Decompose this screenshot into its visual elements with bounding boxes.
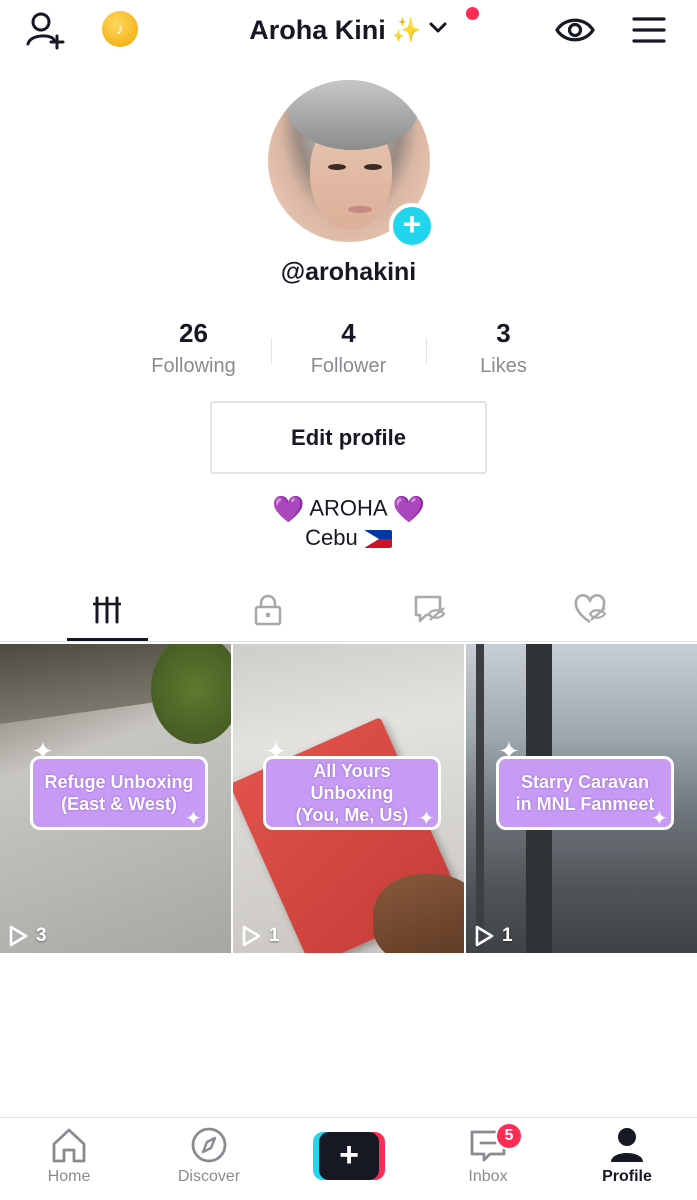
sparkle-icon: ✦: [651, 808, 668, 830]
avatar-hair: [288, 80, 418, 150]
sparkle-icon: ✦: [498, 736, 520, 766]
video-caption-sticker: Refuge Unboxing (East & West): [30, 756, 208, 830]
page-title: Aroha Kini: [249, 14, 386, 45]
video-thumbnail[interactable]: Refuge Unboxing (East & West) ✦ ✦ 3: [0, 644, 231, 953]
tab-tagged[interactable]: [380, 578, 480, 641]
hidden-heart-icon: [574, 593, 607, 623]
video-thumbnail[interactable]: All Yours Unboxing (You, Me, Us) ✦ ✦ 1: [233, 644, 464, 953]
purple-heart-icon: 💜: [272, 494, 305, 524]
nav-profile[interactable]: Profile: [577, 1126, 677, 1196]
tab-videos[interactable]: [57, 578, 157, 641]
stat-label: Following: [151, 355, 236, 377]
nav-label: Inbox: [468, 1168, 508, 1185]
nav-inbox[interactable]: 5 Inbox: [438, 1122, 538, 1196]
play-icon: [242, 925, 261, 947]
stat-value: 3: [496, 318, 511, 348]
bio-text: AROHA: [309, 495, 387, 521]
bio-location: Cebu: [305, 525, 358, 550]
caption-line: Refuge Unboxing: [44, 772, 194, 792]
bio-line-2: Cebu: [0, 525, 697, 551]
home-icon: [52, 1128, 86, 1163]
nav-label: Discover: [177, 1168, 241, 1185]
caption-line: (You, Me, Us): [295, 805, 409, 825]
nav-label: Profile: [602, 1168, 652, 1185]
stat-following[interactable]: 26 Following: [116, 318, 271, 378]
stat-value: 26: [179, 318, 208, 348]
menu-icon[interactable]: [629, 10, 669, 50]
profile-stats: 26 Following 4 Follower 3 Likes: [116, 318, 582, 388]
bottom-nav: Home Discover + 5 Inbox Profile: [0, 1117, 697, 1200]
stat-likes[interactable]: 3 Likes: [426, 318, 581, 378]
active-tab-indicator: [67, 638, 148, 641]
play-count: 1: [241, 925, 280, 947]
profile-icon: [611, 1128, 643, 1162]
tab-liked[interactable]: [541, 578, 641, 641]
plus-icon: +: [319, 1132, 379, 1180]
purple-heart-icon: 💜: [392, 494, 425, 524]
play-icon: [9, 925, 28, 947]
caption-line: All Yours Unboxing: [310, 761, 394, 803]
title-emoji: ✨: [391, 16, 422, 44]
edit-profile-button[interactable]: Edit profile: [210, 401, 487, 474]
username: @arohakini: [280, 258, 417, 286]
avatar-eye: [364, 164, 382, 170]
play-count: 1: [474, 925, 513, 947]
caption-line: Starry Caravan: [520, 772, 650, 792]
video-thumbnail[interactable]: Starry Caravan in MNL Fanmeet ✦ ✦ 1: [466, 644, 697, 953]
play-count-value: 1: [502, 925, 513, 946]
caption-line: in MNL Fanmeet: [515, 794, 655, 814]
caption-line: (East & West): [61, 794, 177, 814]
video-caption-sticker: Starry Caravan in MNL Fanmeet: [496, 756, 674, 830]
create-video-button[interactable]: +: [313, 1132, 385, 1180]
stat-value: 4: [341, 318, 356, 348]
nav-label: Home: [47, 1168, 91, 1185]
philippines-flag-icon: [363, 530, 392, 549]
hidden-tag-icon: [414, 595, 446, 622]
sparkle-icon: ✦: [418, 808, 435, 830]
thumbnail-background: [151, 644, 231, 744]
sparkle-icon: ✦: [185, 808, 202, 830]
add-photo-plus-icon[interactable]: +: [389, 203, 435, 249]
videos-grid-icon: [93, 596, 121, 623]
stat-follower[interactable]: 4 Follower: [271, 318, 426, 378]
top-bar: ♪ Aroha Kini ✨: [0, 0, 697, 60]
sparkle-icon: ✦: [32, 736, 54, 766]
video-grid: Refuge Unboxing (East & West) ✦ ✦ 3 All Y…: [0, 644, 697, 953]
compass-icon: [191, 1127, 227, 1163]
nav-home[interactable]: Home: [19, 1126, 119, 1196]
play-count-value: 3: [36, 925, 47, 946]
play-count-value: 1: [269, 925, 280, 946]
avatar-lips: [348, 206, 372, 213]
avatar-eye: [328, 164, 346, 170]
tab-private[interactable]: [218, 578, 318, 641]
lock-icon: [254, 594, 282, 625]
notification-dot: [466, 7, 479, 20]
thumbnail-background: [476, 644, 484, 953]
eye-icon[interactable]: [555, 10, 595, 50]
stat-label: Likes: [480, 355, 527, 377]
play-count: 3: [8, 925, 47, 947]
thumbnail-background: [373, 874, 464, 953]
play-icon: [475, 925, 494, 947]
bio-line-1: 💜 AROHA 💜: [0, 494, 697, 525]
video-caption-sticker: All Yours Unboxing (You, Me, Us): [263, 756, 441, 830]
stat-label: Follower: [310, 355, 387, 377]
sparkle-icon: ✦: [265, 736, 287, 766]
inbox-badge: 5: [495, 1122, 523, 1150]
nav-discover[interactable]: Discover: [159, 1126, 259, 1196]
profile-tabs: [0, 578, 697, 642]
chevron-down-icon[interactable]: [428, 18, 448, 43]
